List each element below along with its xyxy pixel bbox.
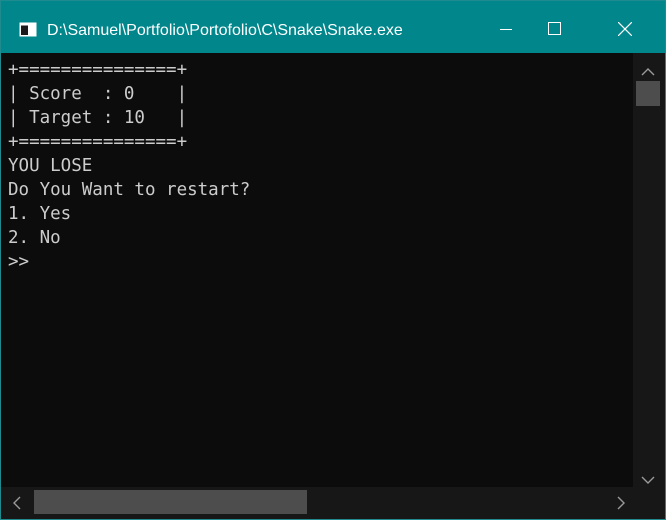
console-line: 2. No [8,228,61,248]
console-line: 1. Yes [8,204,72,224]
window-title: D:\Samuel\Portfolio\Portofolio\C\Snake\S… [47,22,403,39]
scroll-right-arrow-icon[interactable] [617,496,625,515]
console-line: | Target : 10 | [8,108,188,128]
console-window: D:\Samuel\Portfolio\Portofolio\C\Snake\S… [0,0,666,520]
minimize-icon [500,22,512,40]
console-line: | Score : 0 | [8,84,188,104]
console-line: YOU LOSE [8,156,93,176]
horizontal-scrollbar[interactable] [1,487,633,519]
scroll-up-arrow-icon[interactable] [641,63,655,81]
vertical-scroll-thumb[interactable] [636,81,660,106]
console-line: +===============+ [8,132,188,152]
console-prompt[interactable]: >> [8,250,633,274]
console-output[interactable]: +===============+ | Score : 0 | | Target… [1,53,633,487]
title-bar[interactable]: D:\Samuel\Portfolio\Portofolio\C\Snake\S… [1,1,665,53]
minimize-button[interactable] [483,1,529,61]
vertical-scrollbar[interactable] [633,53,665,487]
scroll-left-arrow-icon[interactable] [13,496,21,515]
horizontal-scroll-thumb[interactable] [34,490,307,514]
console-line: +===============+ [8,60,188,80]
console-line: Do You Want to restart? [8,180,251,200]
console-app-icon [19,22,37,37]
close-button[interactable] [602,1,648,61]
scrollbar-corner [633,487,665,519]
maximize-button[interactable] [531,1,577,61]
close-icon [617,21,633,41]
maximize-icon [547,22,561,40]
